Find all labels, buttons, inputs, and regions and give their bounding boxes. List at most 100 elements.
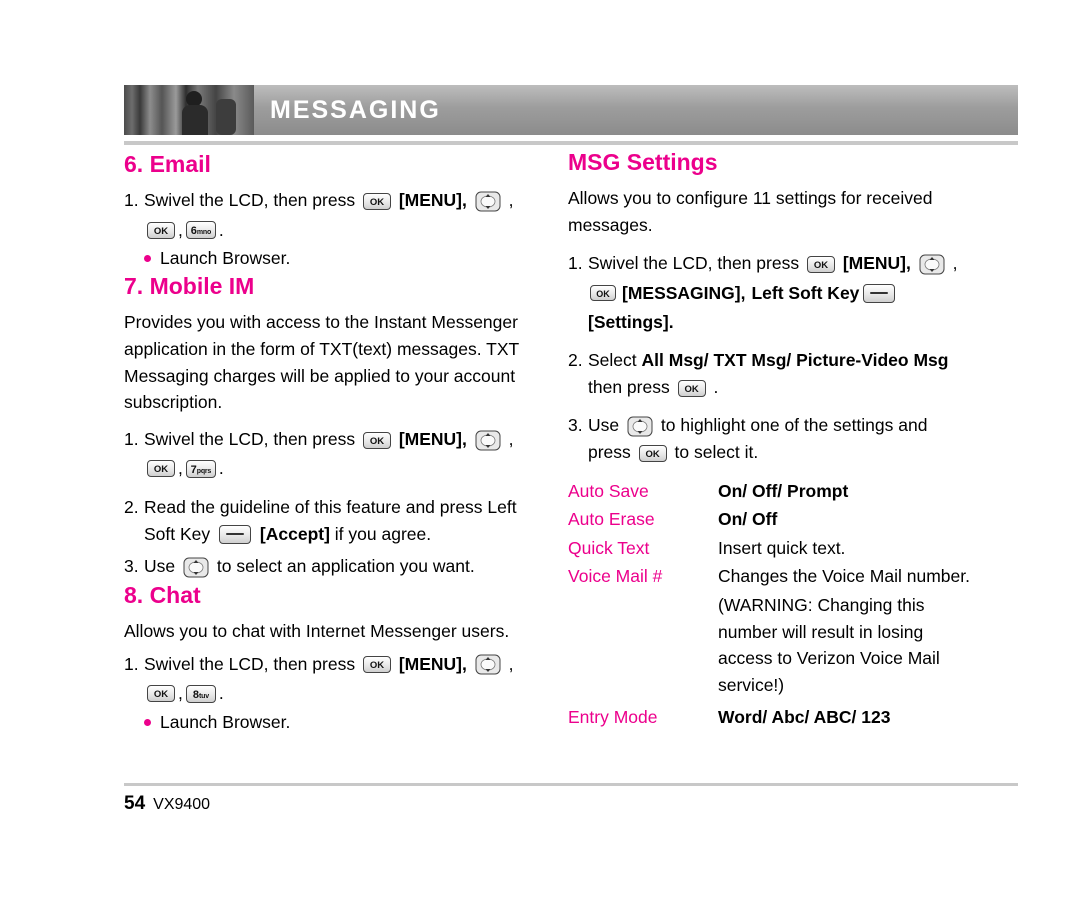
step-text: Swivel the LCD, then press — [144, 190, 356, 211]
setting-value-entry-mode: Word/ Abc/ ABC/ 123 — [718, 707, 891, 728]
mobile-im-step-3: 3. Use to select an application you want… — [124, 553, 524, 580]
step-text-messaging: [MESSAGING], — [622, 283, 746, 304]
voice-mail-warning-line-4: service!) — [718, 674, 785, 695]
step-text: Select — [588, 350, 637, 371]
step-text-settings: [Settings]. — [588, 311, 674, 332]
step-number: 3. — [124, 556, 139, 577]
step-period: . — [218, 219, 224, 240]
setting-value-auto-save: On/ Off/ Prompt — [718, 480, 849, 501]
navigation-key-icon — [183, 557, 209, 578]
number-key-8-icon: 8tuv — [185, 684, 216, 703]
ok-key-icon: OK — [590, 285, 616, 302]
section-heading-mobile-im: 7. Mobile IM — [124, 273, 255, 300]
setting-name-auto-save: Auto Save — [568, 480, 649, 501]
page-header: MESSAGING — [124, 85, 1018, 135]
step-number: 2. — [568, 350, 583, 371]
chat-step-1: 1. Swivel the LCD, then press OK [MENU],… — [124, 651, 524, 678]
ok-key-icon: OK — [677, 379, 706, 397]
setting-name-voice-mail: Voice Mail # — [568, 566, 663, 587]
step-text: Read the guideline of this feature and p… — [144, 496, 517, 517]
setting-value-quick-text: Insert quick text. — [718, 537, 846, 558]
mobile-im-paragraph: Provides you with access to the Instant … — [124, 312, 519, 413]
model-name: VX9400 — [153, 796, 211, 813]
step-text-menu: [MENU], — [398, 190, 467, 211]
header-divider — [124, 141, 1018, 145]
ok-key-icon: OK — [806, 256, 835, 274]
step-text: Use — [144, 556, 176, 577]
navigation-key-icon — [919, 254, 945, 275]
navigation-key-icon — [475, 430, 501, 451]
step-comma: , — [508, 190, 514, 211]
manual-page: MESSAGING 6. Email 1. Swivel the LCD, th… — [0, 0, 1080, 914]
navigation-key-icon — [627, 416, 653, 437]
msg-settings-step-1-line2: OK [MESSAGING], Left Soft Key — [588, 280, 1018, 307]
step-text-then-press: then press — [588, 376, 670, 397]
ok-key-icon: OK — [147, 460, 175, 478]
ok-key-icon: OK — [147, 685, 175, 702]
ok-key-icon: OK — [362, 431, 391, 449]
page-footer: 54 VX9400 — [124, 793, 210, 815]
page-title: MESSAGING — [270, 95, 441, 124]
number-key-6-icon: 6mno — [185, 221, 216, 240]
section-heading-chat: 8. Chat — [124, 581, 201, 608]
settings-row: Quick Text Insert quick text. — [568, 535, 1018, 562]
msg-settings-step-2: 2. Select All Msg/ TXT Msg/ Picture-Vide… — [568, 347, 1018, 400]
navigation-key-icon — [475, 191, 501, 212]
footer-divider — [124, 783, 1018, 786]
email-step-1: 1. Swivel the LCD, then press OK [MENU],… — [124, 187, 524, 214]
chat-paragraph: Allows you to chat with Internet Messeng… — [124, 621, 510, 642]
mobile-im-step-1-keys: OK , 7pqrs . — [144, 455, 524, 482]
msg-settings-step-3: 3. Use to highlight one of the settings … — [568, 412, 1018, 465]
settings-row: Voice Mail # Changes the Voice Mail numb… — [568, 563, 1018, 590]
header-photo-strip — [124, 85, 254, 135]
step-number: 1. — [124, 653, 139, 674]
step-text-accept: [Accept] — [259, 523, 330, 544]
step-text: Swivel the LCD, then press — [144, 428, 356, 449]
chat-bullet: Launch Browser. — [144, 709, 524, 736]
settings-row: Auto Save On/ Off/ Prompt — [568, 478, 1018, 505]
voice-mail-warning-line-1: (WARNING: Changing this — [718, 595, 925, 616]
step-text: Swivel the LCD, then press — [144, 653, 356, 674]
step-period: . — [218, 458, 224, 479]
ok-key-icon: OK — [638, 444, 667, 462]
step-text-menu: [MENU], — [398, 428, 467, 449]
msg-settings-step-1: 1. Swivel the LCD, then press OK [MENU],… — [568, 250, 1018, 277]
step-text-options: All Msg/ TXT Msg/ Picture-Video Msg — [641, 350, 949, 371]
step-period: . — [218, 683, 224, 704]
step-text-press: press — [588, 442, 631, 463]
left-column: 6. Email 1. Swivel the LCD, then press O… — [124, 151, 524, 737]
setting-value-voice-mail: Changes the Voice Mail number. — [718, 566, 970, 587]
bullet-dot-icon — [144, 255, 151, 263]
number-key-7-icon: 7pqrs — [185, 459, 216, 478]
step-text-select: to select it. — [674, 442, 759, 463]
msg-settings-paragraph: Allows you to configure 11 settings for … — [568, 188, 933, 235]
step-comma: , — [952, 253, 958, 274]
step-text-left-soft-key: Left Soft Key — [751, 283, 860, 304]
section-heading-email: 6. Email — [124, 151, 211, 177]
step-text-menu: [MENU], — [398, 653, 467, 674]
ok-key-icon: OK — [147, 221, 175, 239]
settings-row: Auto Erase On/ Off — [568, 506, 1018, 533]
right-column: MSG Settings Allows you to configure 11 … — [568, 149, 1018, 733]
voice-mail-warning-line-3: access to Verizon Voice Mail — [718, 648, 940, 669]
step-text-tail: to select an application you want. — [216, 556, 475, 577]
email-step-1-keys: OK , 6mno . — [144, 217, 524, 244]
step-number: 2. — [124, 496, 139, 517]
step-text-soft-key: Soft Key — [144, 523, 211, 544]
step-number: 3. — [568, 415, 583, 436]
chat-step-1-keys: OK , 8tuv . — [144, 680, 524, 707]
step-text-tail: if you agree. — [334, 523, 432, 544]
msg-settings-step-1-line3: [Settings]. — [588, 309, 1018, 336]
ok-key-icon: OK — [362, 656, 391, 674]
bullet-text: Launch Browser. — [160, 711, 291, 732]
setting-name-quick-text: Quick Text — [568, 537, 650, 558]
setting-value-auto-erase: On/ Off — [718, 509, 778, 530]
step-text-tail: to highlight one of the settings and — [660, 415, 928, 436]
setting-name-entry-mode: Entry Mode — [568, 707, 658, 728]
bullet-text: Launch Browser. — [160, 248, 291, 269]
page-number: 54 — [124, 793, 146, 814]
ok-key-icon: OK — [362, 193, 391, 211]
mobile-im-step-1: 1. Swivel the LCD, then press OK [MENU],… — [124, 426, 524, 453]
settings-row: Entry Mode Word/ Abc/ ABC/ 123 — [568, 704, 1018, 731]
step-text: Swivel the LCD, then press — [588, 253, 800, 274]
